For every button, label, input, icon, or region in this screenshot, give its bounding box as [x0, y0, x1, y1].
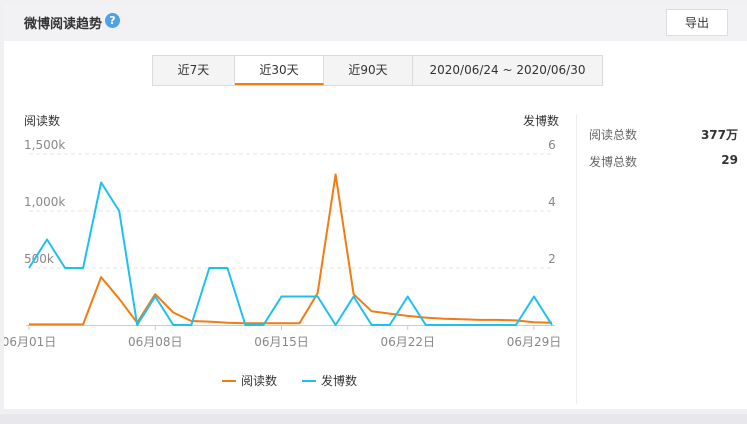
help-icon[interactable]: ? — [105, 13, 120, 28]
trend-card: 微博阅读趋势 ? 导出 近7天 近30天 近90天 2020/06/24 ~ 2… — [4, 4, 747, 409]
left-tick-label: 1,500k — [24, 138, 65, 152]
right-tick-label: 4 — [548, 195, 556, 209]
x-tick-label: 06月01日 — [4, 335, 56, 349]
tab-30-days[interactable]: 近30天 — [235, 56, 324, 85]
reads-series-line — [29, 173, 553, 326]
bottom-strip — [0, 414, 747, 424]
right-tick-label: 6 — [548, 138, 556, 152]
x-tick-label: 06月15日 — [254, 335, 309, 349]
x-tick-label: 06月29日 — [507, 335, 562, 349]
stats-panel: 阅读总数 377万 发博总数 29 — [576, 114, 747, 404]
x-tick-label: 06月08日 — [128, 335, 183, 349]
stat-label-reads: 阅读总数 — [589, 128, 638, 142]
tab-7-days[interactable]: 近7天 — [153, 56, 235, 85]
right-axis-title: 发博数 — [523, 113, 559, 128]
posts-series-line — [28, 181, 553, 326]
trend-chart: 阅读数 发博数500k1,000k1,500k24606月01日 06月08日 06月… — [4, 113, 562, 388]
card-header: 微博阅读趋势 ? 导出 — [4, 4, 747, 41]
export-button[interactable]: 导出 — [666, 9, 728, 36]
tab-90-days[interactable]: 近90天 — [324, 56, 413, 85]
legend-label: 发博数 — [321, 373, 357, 388]
x-tick-label: 06月22日 — [380, 335, 435, 349]
stat-label-posts: 发博总数 — [589, 155, 638, 169]
right-tick-label: 2 — [548, 252, 556, 266]
stat-value-posts: 29 — [721, 153, 738, 167]
left-axis-title: 阅读数 — [24, 113, 60, 128]
left-tick-label: 1,000k — [24, 195, 65, 209]
legend-label: 阅读数 — [241, 373, 277, 388]
tab-date-range[interactable]: 2020/06/24 ~ 2020/06/30 — [413, 56, 602, 85]
range-tabs: 近7天 近30天 近90天 2020/06/24 ~ 2020/06/30 — [152, 55, 603, 86]
card-title: 微博阅读趋势 — [24, 17, 103, 32]
stat-value-reads: 377万 — [700, 128, 738, 142]
